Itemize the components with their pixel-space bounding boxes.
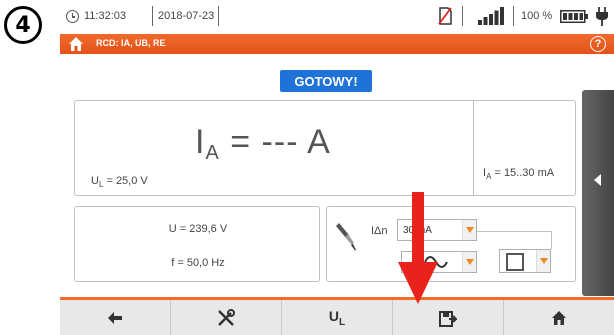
- ready-status-label: GOTOWY!: [280, 70, 372, 92]
- chevron-down-icon: [462, 252, 476, 272]
- divider: [477, 231, 551, 232]
- status-separator: [218, 6, 219, 26]
- signal-strength-icon: [478, 7, 504, 25]
- save-button[interactable]: [393, 300, 504, 335]
- settings-panel: IΔn 30 mA: [326, 206, 576, 282]
- help-icon[interactable]: ?: [590, 36, 606, 52]
- settings-button[interactable]: [171, 300, 282, 335]
- ul-button[interactable]: UL: [282, 300, 393, 335]
- test-probe-icon: [336, 223, 356, 251]
- clock-icon: [66, 10, 79, 23]
- step-number-badge: 4: [4, 6, 42, 44]
- tools-icon: [218, 308, 235, 326]
- square-icon: [506, 253, 524, 271]
- ul-value: UL = 25,0 V: [91, 175, 148, 190]
- bottom-toolbar: UL: [60, 297, 614, 335]
- no-sd-card-icon: [438, 7, 452, 25]
- divider: [551, 231, 552, 249]
- charging-plug-icon: [596, 7, 608, 26]
- battery-icon: [560, 10, 588, 23]
- ia-result: IA = --- A: [195, 123, 331, 164]
- battery-percent: 100 %: [521, 10, 553, 22]
- ia-range: IA = 15..30 mA: [483, 167, 555, 182]
- home-button[interactable]: [504, 300, 614, 335]
- chevron-down-icon: [462, 220, 476, 240]
- rcd-type-dropdown[interactable]: [499, 249, 551, 273]
- arrow-left-icon: [108, 311, 122, 324]
- status-bar: 11:32:03 2018-07-23 100 %: [60, 0, 614, 34]
- back-button[interactable]: [60, 300, 171, 335]
- idn-label: IΔn: [371, 225, 388, 237]
- red-pointer-arrow: [398, 192, 438, 304]
- home-icon[interactable]: [68, 36, 84, 52]
- result-panel: IA = --- A UL = 25,0 V IA = 15..30 mA: [74, 100, 576, 196]
- home-icon: [552, 310, 566, 325]
- title-bar: RCD: IA, UB, RE ?: [60, 34, 614, 54]
- chevron-down-icon: [536, 250, 550, 272]
- save-to-memory-icon: [439, 310, 457, 327]
- ul-button-label: UL: [328, 307, 346, 328]
- frequency-reading: f = 50,0 Hz: [171, 257, 225, 269]
- side-panel-tab[interactable]: [582, 90, 614, 296]
- screen-title: RCD: IA, UB, RE: [96, 38, 166, 48]
- status-time: 11:32:03: [84, 10, 127, 22]
- status-separator: [152, 6, 153, 26]
- status-separator: [513, 6, 514, 26]
- result-divider: [473, 101, 474, 195]
- device-screen: 11:32:03 2018-07-23 100 % RCD: IA, UB, R…: [60, 0, 614, 335]
- arrow-left-icon: [594, 174, 601, 186]
- status-separator: [462, 6, 463, 26]
- voltage-reading: U = 239,6 V: [168, 223, 228, 235]
- status-date: 2018-07-23: [158, 10, 215, 22]
- measurement-panel: U = 239,6 V f = 50,0 Hz: [74, 206, 320, 282]
